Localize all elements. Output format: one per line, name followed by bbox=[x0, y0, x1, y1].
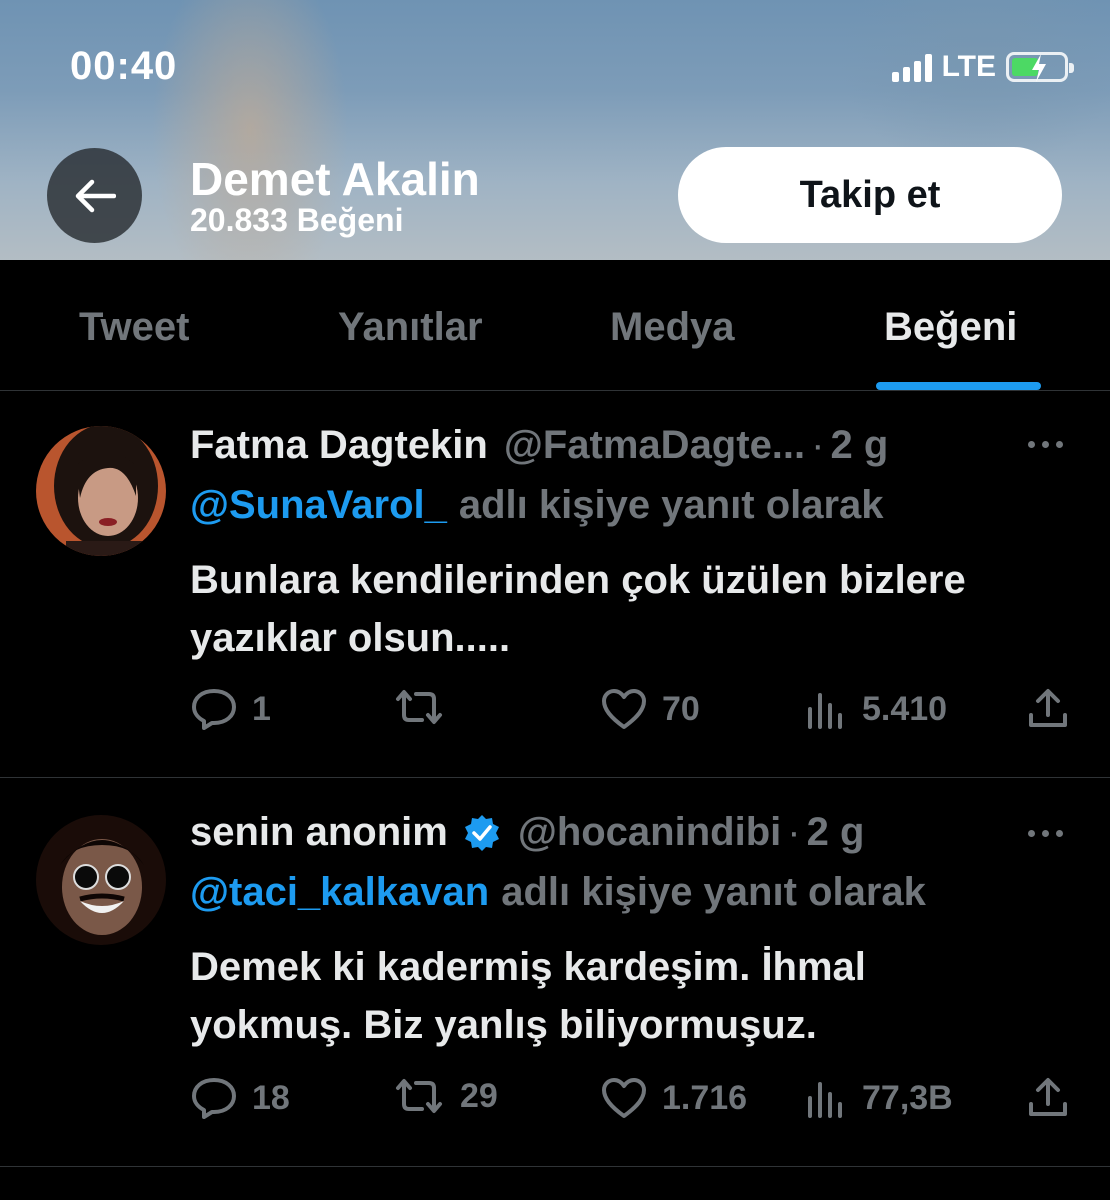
retweet-button[interactable] bbox=[392, 687, 460, 727]
tweet-header: Fatma Dagtekin @FatmaDagte... · 2 g bbox=[190, 423, 888, 468]
tweet-text: Demek ki kadermiş kardeşim. İhmal yokmuş… bbox=[190, 938, 1080, 1054]
tweet-header: senin anonim @hocanindibi · 2 g bbox=[190, 810, 864, 855]
retweet-button[interactable]: 29 bbox=[392, 1076, 498, 1116]
heart-icon bbox=[602, 1078, 646, 1118]
tweet-text-line: yokmuş. Biz yanlış biliyormuşuz. bbox=[190, 1003, 817, 1047]
tab-replies[interactable]: Yanıtlar bbox=[338, 305, 483, 350]
share-button[interactable] bbox=[1026, 1076, 1070, 1120]
network-label: LTE bbox=[941, 50, 996, 83]
views-button[interactable]: 5.410 bbox=[804, 687, 947, 731]
reply-button[interactable]: 1 bbox=[190, 687, 271, 731]
tab-media[interactable]: Medya bbox=[610, 305, 735, 350]
reply-context: @taci_kalkavan adlı kişiye yanıt olarak bbox=[190, 870, 926, 915]
separator-dot: · bbox=[787, 810, 801, 854]
like-count: 70 bbox=[662, 689, 700, 728]
profile-likes-count: 20.833 Beğeni bbox=[190, 202, 404, 238]
retweet-icon bbox=[396, 1079, 442, 1113]
tab-likes[interactable]: Beğeni bbox=[884, 305, 1017, 350]
more-options-icon[interactable] bbox=[1028, 830, 1063, 837]
tweet-author-name[interactable]: senin anonim bbox=[190, 810, 448, 855]
reply-count: 1 bbox=[252, 689, 271, 728]
like-button[interactable]: 70 bbox=[600, 687, 700, 731]
like-button[interactable]: 1.716 bbox=[600, 1076, 747, 1120]
tweet-text: Bunlara kendilerinden çok üzülen bizlere… bbox=[190, 551, 1080, 667]
signal-icon bbox=[891, 52, 932, 82]
tweet-actions: 18 29 1.716 77,3B bbox=[190, 1076, 1080, 1126]
active-tab-indicator bbox=[876, 382, 1041, 390]
tweet-author-name[interactable]: Fatma Dagtekin bbox=[190, 423, 488, 468]
heart-icon bbox=[602, 689, 646, 729]
reply-context-text: adlı kişiye yanıt olarak bbox=[458, 483, 884, 527]
tweet-author-handle[interactable]: @hocanindibi bbox=[518, 810, 781, 855]
retweet-icon bbox=[396, 690, 442, 724]
views-count: 5.410 bbox=[862, 689, 948, 728]
verified-badge-icon bbox=[462, 813, 502, 853]
tweet-item[interactable]: senin anonim @hocanindibi · 2 g @taci_ka… bbox=[0, 778, 1110, 1167]
reply-button[interactable]: 18 bbox=[190, 1076, 290, 1120]
tweet-text-line: Bunlara kendilerinden çok üzülen bizlere bbox=[190, 558, 966, 602]
follow-button[interactable]: Takip et bbox=[678, 147, 1062, 243]
back-button[interactable] bbox=[47, 148, 142, 243]
avatar[interactable] bbox=[36, 815, 166, 945]
reply-mention-link[interactable]: @taci_kalkavan bbox=[190, 870, 489, 914]
tweet-text-line: yazıklar olsun..... bbox=[190, 616, 511, 660]
retweet-count: 29 bbox=[460, 1076, 498, 1115]
comment-icon bbox=[192, 1078, 236, 1119]
battery-icon bbox=[1006, 52, 1074, 82]
share-icon bbox=[1029, 1078, 1067, 1116]
profile-name: Demet Akalin bbox=[190, 153, 480, 205]
arrow-left-icon bbox=[75, 179, 116, 212]
tab-tweets[interactable]: Tweet bbox=[79, 305, 189, 350]
share-icon bbox=[1029, 689, 1067, 727]
comment-icon bbox=[192, 689, 236, 730]
reply-context: @SunaVarol_ adlı kişiye yanıt olarak bbox=[190, 483, 884, 528]
tweet-item[interactable]: Fatma Dagtekin @FatmaDagte... · 2 g @Sun… bbox=[0, 391, 1110, 778]
status-time: 00:40 bbox=[70, 44, 178, 88]
share-button[interactable] bbox=[1026, 687, 1070, 731]
analytics-icon bbox=[808, 1082, 842, 1118]
avatar[interactable] bbox=[36, 426, 166, 556]
tweet-time[interactable]: 2 g bbox=[807, 810, 865, 855]
separator-dot: · bbox=[811, 423, 825, 467]
views-button[interactable]: 77,3B bbox=[804, 1076, 953, 1120]
reply-context-text: adlı kişiye yanıt olarak bbox=[501, 870, 926, 914]
reply-count: 18 bbox=[252, 1078, 290, 1117]
tweet-text-line: Demek ki kadermiş kardeşim. İhmal bbox=[190, 945, 866, 989]
more-options-icon[interactable] bbox=[1028, 441, 1063, 448]
profile-tabs: Tweet Yanıtlar Medya Beğeni bbox=[0, 260, 1110, 391]
like-count: 1.716 bbox=[662, 1078, 748, 1117]
tweet-time[interactable]: 2 g bbox=[830, 423, 888, 468]
tweet-actions: 1 70 5.410 bbox=[190, 687, 1080, 737]
analytics-icon bbox=[808, 693, 842, 729]
tweet-author-handle[interactable]: @FatmaDagte... bbox=[504, 423, 805, 468]
views-count: 77,3B bbox=[862, 1078, 953, 1117]
status-icons: LTE bbox=[891, 50, 1074, 84]
reply-mention-link[interactable]: @SunaVarol_ bbox=[190, 483, 447, 527]
profile-header: 00:40 LTE Demet Akalin 20.833 Beğeni Tak… bbox=[0, 0, 1110, 260]
